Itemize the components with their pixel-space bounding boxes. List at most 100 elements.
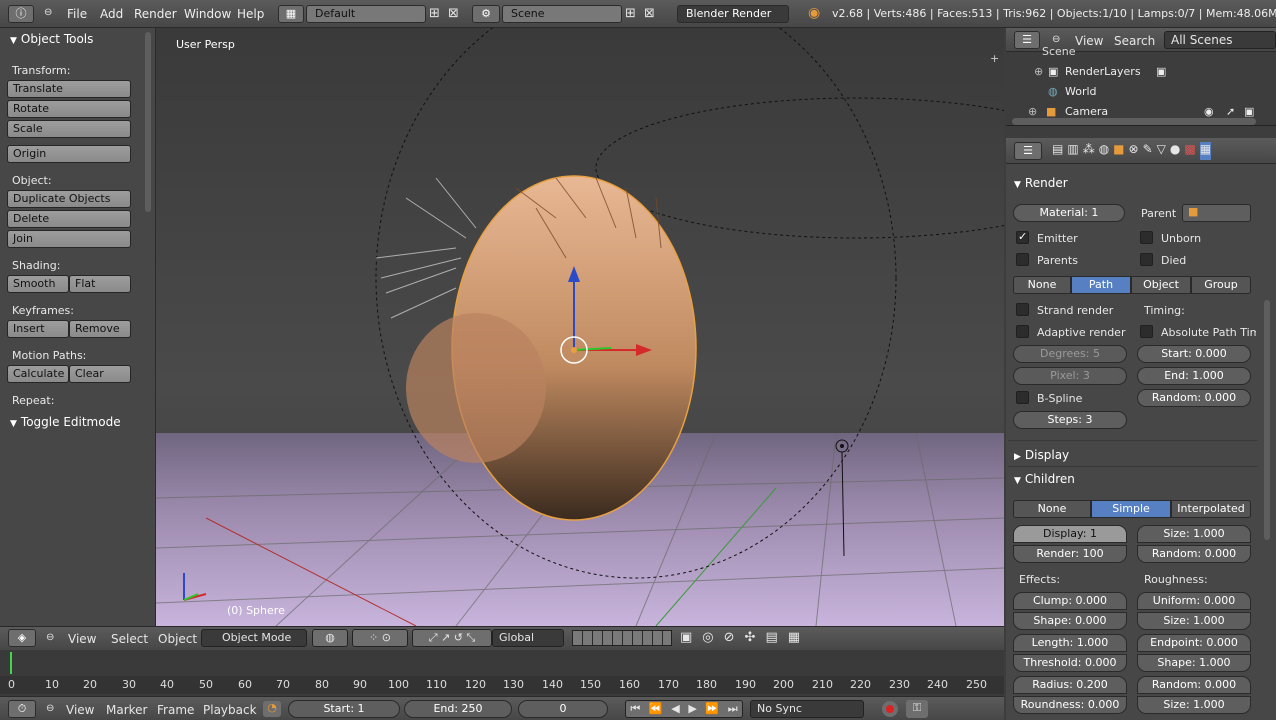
radius-field[interactable]: Radius: 0.200 [1013, 676, 1127, 694]
add-layout-icon[interactable]: ⊞ [429, 6, 440, 21]
outliner-row-renderlayers[interactable]: ⊕ ▣ RenderLayers ▣ [1006, 62, 1262, 82]
opengl-render-icon[interactable]: ▤ [765, 630, 777, 646]
menu-add[interactable]: Add [100, 7, 123, 21]
outliner-row-scene[interactable]: Scene [1006, 42, 1262, 62]
toggle-editmode-panel-header[interactable]: ▼ Toggle Editmode [10, 415, 121, 429]
material-tab-icon[interactable]: ● [1170, 142, 1180, 160]
object-tab-icon[interactable]: ■ [1113, 142, 1124, 160]
absolute-path-timing-checkbox[interactable] [1140, 325, 1153, 338]
jump-end-icon[interactable]: ⏭ [728, 701, 738, 717]
prev-keyframe-icon[interactable]: ⏪ [649, 701, 663, 717]
select-menu[interactable]: Select [111, 632, 148, 646]
play-reverse-icon[interactable]: ◀ [671, 701, 679, 717]
clump-field[interactable]: Clump: 0.000 [1013, 592, 1127, 610]
sync-mode-select[interactable]: No Sync [750, 700, 864, 718]
render-as-none-tab[interactable]: None [1013, 276, 1071, 294]
expand-plus-icon[interactable]: ⊕ [1028, 105, 1037, 118]
menu-file[interactable]: File [67, 7, 87, 21]
preview-range-icon[interactable]: ◔ [263, 701, 281, 717]
children-display-amount-field[interactable]: Display: 1 [1013, 525, 1127, 543]
origin-button[interactable]: Origin [7, 145, 131, 163]
camera-render-icon[interactable]: ▣ [1244, 105, 1254, 118]
steps-field[interactable]: Steps: 3 [1013, 411, 1127, 429]
remove-scene-icon[interactable]: ⊠ [644, 6, 655, 21]
random-size-field[interactable]: Size: 1.000 [1137, 696, 1251, 714]
children-panel-header[interactable]: ▼ Children [1014, 472, 1075, 486]
bspline-checkbox[interactable] [1016, 391, 1029, 404]
timeline[interactable]: 0 10 20 30 40 50 60 70 80 90 100 110 120… [0, 650, 1004, 696]
delete-button[interactable]: Delete [7, 210, 131, 228]
data-tab-icon[interactable]: ▽ [1157, 142, 1166, 160]
parents-checkbox[interactable] [1016, 253, 1029, 266]
menu-render[interactable]: Render [134, 7, 177, 21]
threshold-field[interactable]: Threshold: 0.000 [1013, 654, 1127, 672]
expand-plus-icon[interactable]: ⊕ [1034, 65, 1043, 78]
timeline-editor-icon[interactable]: ⏱ [8, 700, 36, 718]
3d-view-editor-icon[interactable]: ◈ [8, 629, 36, 647]
marker-menu[interactable]: Marker [106, 703, 147, 717]
duplicate-objects-button[interactable]: Duplicate Objects [7, 190, 131, 208]
viewport-plus-icon[interactable]: + [990, 52, 999, 65]
current-frame-marker[interactable] [10, 652, 12, 674]
remove-layout-icon[interactable]: ⊠ [448, 6, 459, 21]
auto-keyframe-toggle[interactable] [882, 701, 898, 717]
degrees-field[interactable]: Degrees: 5 [1013, 345, 1127, 363]
transform-orientation-select[interactable]: Global [492, 629, 564, 647]
add-scene-icon[interactable]: ⊞ [625, 6, 636, 21]
collapse-menu-icon[interactable]: ⊖ [46, 703, 54, 714]
died-checkbox[interactable] [1140, 253, 1153, 266]
random-roughness-field[interactable]: Random: 0.000 [1137, 676, 1251, 694]
render-as-group-tab[interactable]: Group [1191, 276, 1251, 294]
render-layers-tab-icon[interactable]: ▥ [1067, 142, 1078, 160]
join-button[interactable]: Join [7, 230, 131, 248]
children-interpolated-tab[interactable]: Interpolated [1171, 500, 1251, 518]
uniform-size-field[interactable]: Size: 1.000 [1137, 612, 1251, 630]
scene-tab-icon[interactable]: ⁂ [1083, 142, 1095, 160]
end-frame-field[interactable]: End: 250 [404, 700, 512, 718]
children-render-amount-field[interactable]: Render: 100 [1013, 545, 1127, 563]
properties-editor-icon[interactable]: ☰ [1014, 142, 1042, 160]
outliner-row-world[interactable]: ◍ World [1006, 82, 1262, 102]
view-menu[interactable]: View [68, 632, 96, 646]
snap-target-icon[interactable]: ✣ [745, 630, 756, 646]
render-as-object-tab[interactable]: Object [1131, 276, 1191, 294]
keying-set-icon[interactable]: ⚿ [906, 700, 928, 718]
timing-start-field[interactable]: Start: 0.000 [1137, 345, 1251, 363]
adaptive-render-checkbox[interactable] [1016, 325, 1029, 338]
collapse-menu-icon[interactable]: ⊖ [44, 7, 52, 18]
frame-menu[interactable]: Frame [157, 703, 194, 717]
clear-button[interactable]: Clear [69, 365, 131, 383]
menu-window[interactable]: Window [184, 7, 231, 21]
lock-camera-icon[interactable]: ▣ [680, 630, 692, 646]
scene-icon[interactable]: ⚙ [472, 5, 500, 23]
smooth-button[interactable]: Smooth [7, 275, 69, 293]
material-field[interactable]: Material: 1 [1013, 204, 1125, 222]
object-tools-panel-header[interactable]: ▼ Object Tools [10, 32, 93, 46]
timing-end-field[interactable]: End: 1.000 [1137, 367, 1251, 385]
render-as-path-tab[interactable]: Path [1071, 276, 1131, 294]
strand-render-checkbox[interactable] [1016, 303, 1029, 316]
play-icon[interactable]: ▶ [688, 701, 696, 717]
toolshelf-scrollbar[interactable] [145, 32, 151, 212]
scale-button[interactable]: Scale [7, 120, 131, 138]
next-keyframe-icon[interactable]: ⏩ [705, 701, 719, 717]
proportional-edit-icon[interactable]: ◎ [702, 630, 713, 646]
collapse-menu-icon[interactable]: ⊖ [46, 632, 54, 643]
particles-tab-icon[interactable]: ▦ [1199, 142, 1212, 160]
display-panel-header[interactable]: ▶ Display [1014, 448, 1069, 462]
endpoint-shape-field[interactable]: Shape: 1.000 [1137, 654, 1251, 672]
clump-shape-field[interactable]: Shape: 0.000 [1013, 612, 1127, 630]
flat-button[interactable]: Flat [69, 275, 131, 293]
translate-button[interactable]: Translate [7, 80, 131, 98]
screen-layout-field[interactable]: Default [306, 5, 426, 23]
endpoint-field[interactable]: Endpoint: 0.000 [1137, 634, 1251, 652]
current-frame-field[interactable]: 0 [518, 700, 608, 718]
opengl-anim-icon[interactable]: ▦ [788, 630, 800, 646]
cursor-icon[interactable]: ➚ [1226, 105, 1235, 118]
timing-random-field[interactable]: Random: 0.000 [1137, 389, 1251, 407]
render-engine-select[interactable]: Blender Render [677, 5, 789, 23]
uniform-roughness-field[interactable]: Uniform: 0.000 [1137, 592, 1251, 610]
object-menu[interactable]: Object [158, 632, 197, 646]
calculate-button[interactable]: Calculate [7, 365, 69, 383]
pixel-field[interactable]: Pixel: 3 [1013, 367, 1127, 385]
